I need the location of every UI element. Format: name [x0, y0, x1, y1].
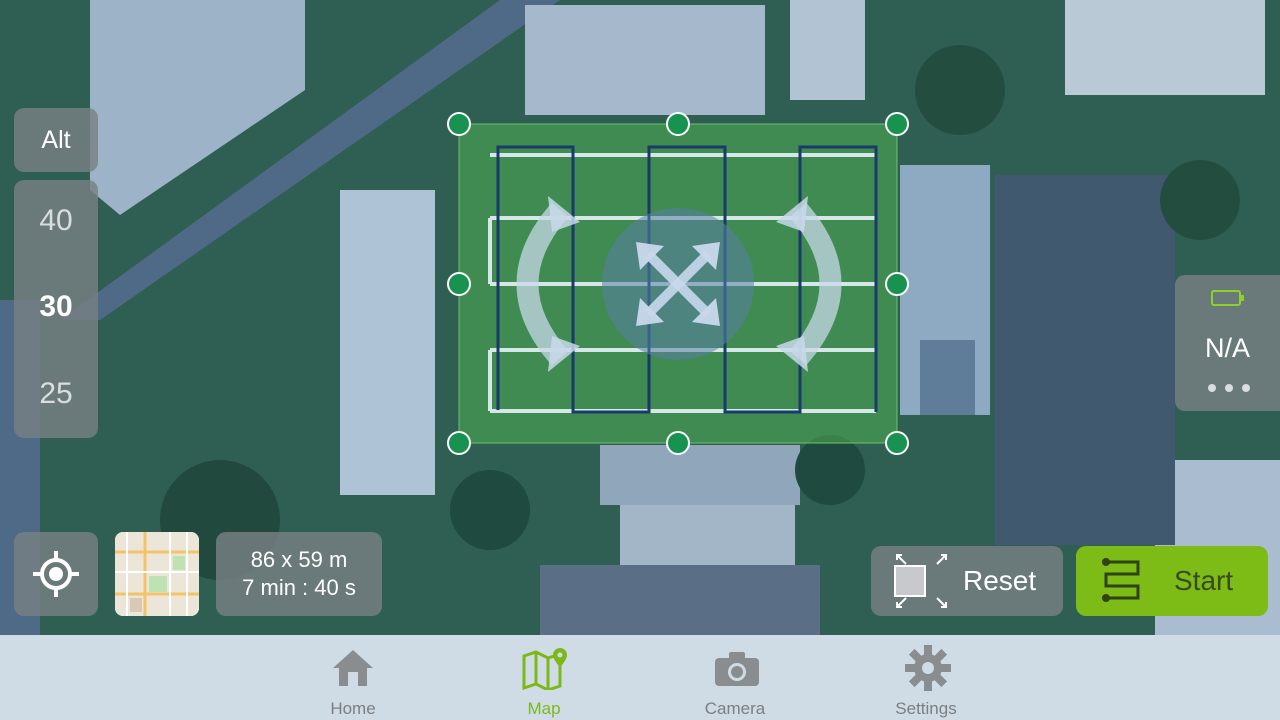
tab-camera[interactable]: Camera [675, 635, 795, 720]
crosshair-icon [33, 551, 79, 597]
start-button[interactable]: Start [1076, 546, 1268, 616]
start-label: Start [1174, 565, 1234, 596]
handle-middle-right[interactable] [885, 272, 909, 296]
altitude-option[interactable]: 25 [14, 377, 98, 411]
survey-dimensions: 86 x 59 m [250, 547, 348, 572]
tab-map[interactable]: Map [484, 635, 604, 720]
tab-bar: Home Map Camera Settings [0, 635, 1280, 720]
handle-top-center[interactable] [666, 112, 690, 136]
tab-map-label: Map [527, 699, 561, 718]
handle-bottom-center[interactable] [666, 431, 690, 455]
reset-frame-icon [894, 554, 947, 608]
home-icon [333, 650, 373, 686]
map-type-button[interactable] [115, 532, 199, 616]
survey-info: 86 x 59 m 7 min : 40 s [216, 532, 382, 616]
altitude-option[interactable]: 40 [14, 204, 98, 238]
altitude-scale[interactable]: 40 30 25 [14, 180, 98, 438]
battery-panel[interactable]: N/A [1175, 275, 1280, 411]
handle-bottom-right[interactable] [885, 431, 909, 455]
handle-middle-left[interactable] [447, 272, 471, 296]
handle-bottom-left[interactable] [447, 431, 471, 455]
flight-path-icon [1102, 558, 1140, 602]
tab-settings-label: Settings [895, 699, 957, 718]
locate-button[interactable] [14, 532, 98, 616]
street-map-thumbnail-icon [115, 532, 199, 616]
survey-duration: 7 min : 40 s [242, 575, 356, 600]
map-icon [522, 648, 567, 690]
more-dots-icon[interactable] [1207, 383, 1251, 393]
altitude-label: Alt [14, 108, 98, 172]
altitude-label-text: Alt [41, 125, 71, 154]
battery-value: N/A [1204, 333, 1250, 363]
tab-settings[interactable]: Settings [866, 635, 986, 720]
gear-icon [905, 645, 951, 691]
battery-icon [1211, 290, 1244, 306]
handle-top-right[interactable] [885, 112, 909, 136]
altitude-option-selected[interactable]: 30 [14, 290, 98, 324]
handle-top-left[interactable] [447, 112, 471, 136]
camera-icon [715, 652, 759, 686]
reset-button[interactable]: Reset [871, 546, 1063, 616]
tab-home[interactable]: Home [293, 635, 413, 720]
tab-home-label: Home [330, 699, 376, 718]
reset-label: Reset [963, 565, 1037, 596]
tab-camera-label: Camera [704, 699, 766, 718]
